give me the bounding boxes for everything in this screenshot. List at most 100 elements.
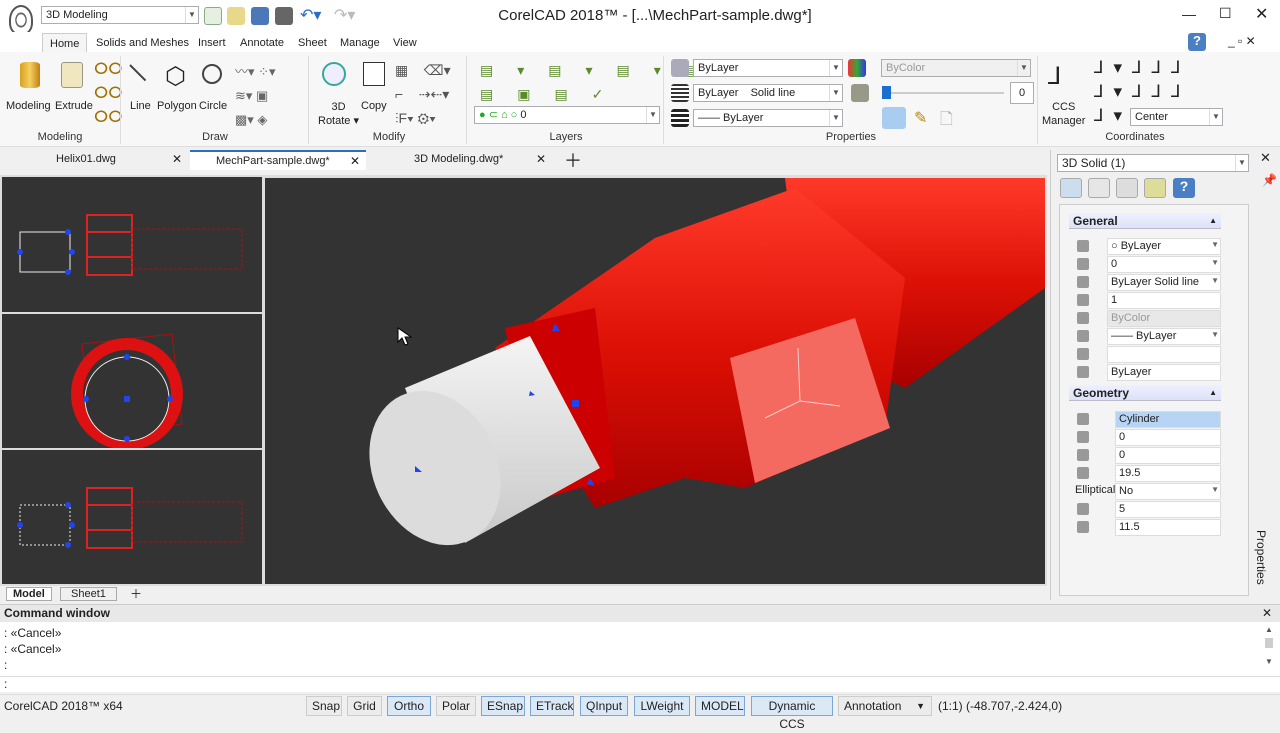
color-by-layer-toggle-icon[interactable] <box>882 107 906 129</box>
chevron-down-icon[interactable]: ▼ <box>1211 330 1219 339</box>
property-row[interactable]: 5 <box>1075 501 1221 518</box>
viewport-front[interactable] <box>2 177 262 312</box>
3d-rotate-icon[interactable] <box>322 62 346 86</box>
open-icon[interactable] <box>227 7 245 25</box>
annotation-scale-button[interactable]: Annotation ▼ <box>838 696 932 716</box>
close-icon[interactable]: ✕ <box>172 150 182 168</box>
transparency-slider-thumb[interactable] <box>882 86 891 99</box>
transparency-slider-track[interactable] <box>884 92 1004 94</box>
property-value[interactable]: 19.5 <box>1115 465 1221 482</box>
new-icon[interactable] <box>204 7 222 25</box>
properties-lightning-icon[interactable] <box>1144 178 1166 198</box>
property-value[interactable]: ByLayer <box>1107 364 1221 381</box>
color-combo[interactable]: ByLayer ▼ <box>693 59 843 77</box>
property-value[interactable]: Cylinder <box>1115 411 1221 428</box>
layer-combo[interactable]: ● ⊂ ⌂ ○ 0 ▼ <box>474 106 660 124</box>
properties-close-icon[interactable]: ✕ <box>1260 150 1271 166</box>
doc-tab-3d-modeling[interactable]: 3D Modeling.dwg* ✕ <box>376 150 552 170</box>
line-button[interactable]: Line <box>130 100 151 112</box>
status-toggle-snap[interactable]: Snap <box>306 696 342 716</box>
cylinder-icon[interactable] <box>20 62 40 88</box>
print-icon[interactable] <box>275 7 293 25</box>
tab-home[interactable]: Home <box>42 33 88 54</box>
pin-icon[interactable]: 📌 <box>1262 173 1277 187</box>
doc-tab-mechpart[interactable]: MechPart-sample.dwg* ✕ <box>190 150 366 170</box>
status-toggle-polar[interactable]: Polar <box>436 696 476 716</box>
tab-insert[interactable]: Insert <box>191 33 233 53</box>
status-toggle-qinput[interactable]: QInput <box>580 696 628 716</box>
toggle-pickadd-icon[interactable] <box>1116 178 1138 198</box>
property-row[interactable]: 0 <box>1075 429 1221 446</box>
status-toggle-model[interactable]: MODEL <box>695 696 745 716</box>
property-value[interactable]: ByLayer Solid line <box>1107 274 1221 291</box>
tab-solids-and-meshes[interactable]: Solids and Meshes <box>89 33 196 53</box>
copy-icon[interactable] <box>363 62 385 86</box>
property-row[interactable]: 19.5 <box>1075 465 1221 482</box>
ccs-view-combo[interactable]: Center ▼ <box>1130 108 1223 126</box>
polygon-icon[interactable]: ⬡ <box>165 62 186 91</box>
properties-side-label[interactable]: Properties <box>1254 530 1268 585</box>
property-value[interactable] <box>1107 346 1221 363</box>
extrude-button[interactable]: Extrude <box>55 100 93 112</box>
tab-view[interactable]: View <box>386 33 424 53</box>
property-row[interactable]: 0 ▼ <box>1075 256 1221 273</box>
ccs-manager-icon[interactable]: ⅃ <box>1048 62 1061 91</box>
ccs-manager-button[interactable]: CCS Manager <box>1042 100 1085 128</box>
property-row[interactable]: —— ByLayer ▼ <box>1075 328 1221 345</box>
property-value[interactable]: 1 <box>1107 292 1221 309</box>
polygon-button[interactable]: Polygon <box>157 100 197 112</box>
property-row[interactable]: ByLayer Solid line ▼ <box>1075 274 1221 291</box>
chevron-down-icon[interactable]: ▼ <box>1211 258 1219 267</box>
property-value[interactable]: 5 <box>1115 501 1221 518</box>
status-toggle-grid[interactable]: Grid <box>347 696 382 716</box>
property-value[interactable]: No <box>1115 483 1221 500</box>
add-layout-button[interactable]: ＋ <box>130 585 142 602</box>
save-icon[interactable] <box>251 7 269 25</box>
boolean-icons[interactable]: ⵔⵔ ⵔⵔ ⵔⵔ <box>94 58 122 130</box>
tab-manage[interactable]: Manage <box>333 33 387 53</box>
select-objects-icon[interactable] <box>1088 178 1110 198</box>
property-row[interactable]: 1 <box>1075 292 1221 309</box>
selection-combo[interactable]: 3D Solid (1) ▼ <box>1057 154 1249 172</box>
property-row[interactable]: ○ ByLayer ▼ <box>1075 238 1221 255</box>
status-toggle-dynamic-ccs[interactable]: Dynamic CCS <box>751 696 833 731</box>
extrude-icon[interactable] <box>61 62 83 88</box>
close-button[interactable]: ✕ <box>1255 4 1268 24</box>
doc-tab-helix01[interactable]: Helix01.dwg ✕ <box>2 150 188 170</box>
property-row[interactable]: Cylinder <box>1075 411 1221 428</box>
help-icon[interactable]: ? <box>1173 178 1195 198</box>
status-toggle-lweight[interactable]: LWeight <box>634 696 690 716</box>
property-row[interactable] <box>1075 346 1221 363</box>
property-row[interactable]: Elliptical No ▼ <box>1075 483 1221 500</box>
chevron-down-icon[interactable]: ▼ <box>1211 485 1219 494</box>
property-value[interactable]: 0 <box>1115 429 1221 446</box>
circle-button[interactable]: Circle <box>199 100 227 112</box>
copy-button[interactable]: Copy <box>361 100 387 112</box>
maximize-button[interactable]: ☐ <box>1219 5 1232 22</box>
command-close-icon[interactable]: ✕ <box>1262 606 1272 620</box>
transparency-value[interactable]: 0 <box>1010 82 1034 104</box>
property-value[interactable]: ByColor <box>1107 310 1221 327</box>
layout-tab-model[interactable]: Model <box>6 587 52 601</box>
tab-sheet[interactable]: Sheet <box>291 33 334 53</box>
modeling-button[interactable]: Modeling <box>6 100 51 112</box>
close-icon[interactable]: ✕ <box>536 150 546 168</box>
property-value[interactable]: 0 <box>1107 256 1221 273</box>
layout-tab-sheet1[interactable]: Sheet1 <box>60 587 117 601</box>
status-toggle-etrack[interactable]: ETrack <box>530 696 574 716</box>
command-input[interactable]: : <box>0 676 1280 692</box>
property-row[interactable]: ByLayer <box>1075 364 1221 381</box>
status-toggle-esnap[interactable]: ESnap <box>481 696 525 716</box>
modify-small-icons[interactable]: ▦ ⌫▾ ⌐ ⇢⇠▾ ⫶F▾ ⚙▾ <box>395 58 451 130</box>
workspace-combo[interactable]: 3D Modeling ▼ <box>41 6 199 24</box>
property-row[interactable]: 0 <box>1075 447 1221 464</box>
tab-annotate[interactable]: Annotate <box>233 33 291 53</box>
viewport-top[interactable] <box>2 314 262 448</box>
circle-icon[interactable] <box>202 64 222 84</box>
status-toggle-ortho[interactable]: Ortho <box>387 696 431 716</box>
3d-rotate-button[interactable]: 3D Rotate ▾ <box>318 100 359 128</box>
viewport-3d-main[interactable] <box>265 178 1045 584</box>
property-value[interactable]: 0 <box>1115 447 1221 464</box>
pencil-icon[interactable]: ✎ <box>914 108 927 128</box>
lineweight-combo[interactable]: —— ByLayer ▼ <box>693 109 843 127</box>
